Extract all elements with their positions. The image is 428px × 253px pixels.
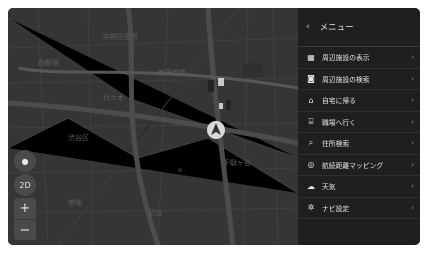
facility-search-icon: ◙ [307,74,315,84]
menu-item-nearby-facilities[interactable]: ▦ 周辺施設の表示 › [298,47,420,69]
map-label: 代々木 [103,94,124,102]
menu-item-go-to-work[interactable]: ⌸ 職場へ行く › [298,112,420,133]
chevron-right-icon: › [411,160,414,169]
menu-item-range-mapping[interactable]: ◎ 航続距離マッピング › [298,155,420,176]
chevron-right-icon: › [411,182,414,190]
navigation-screen: 中野区役所 西新宿 代々木 新宿御苑 千駄ヶ谷 渋谷区 笹塚 初台 ● 2D +… [8,8,420,245]
menu-item-label: 天気 [322,183,336,192]
map-label: 中野区役所 [103,33,138,41]
menu-item-facility-search[interactable]: ◙ 周辺施設の検索 › [298,69,420,90]
menu-item-address-search[interactable]: ⌕ 住所検索 › [298,133,420,155]
chevron-right-icon: › [411,139,414,147]
map-label: 西新宿 [38,59,59,67]
menu-item-label: ナビ設定 [322,204,350,213]
map-label: 千駄ヶ谷 [223,159,251,167]
view-mode-label: 2D [19,180,31,190]
map-label: 初台 [148,209,162,217]
menu-item-label: 航続距離マッピング [322,161,384,170]
map-view[interactable]: 中野区役所 西新宿 代々木 新宿御苑 千駄ヶ谷 渋谷区 笹塚 初台 ● 2D +… [8,8,298,245]
chevron-right-icon: › [411,74,414,83]
menu-item-navi-settings[interactable]: ✲ ナビ設定 › [298,198,420,219]
chevron-right-icon: › [411,96,414,104]
workplace-icon: ⌸ [308,116,314,126]
compass-button[interactable]: ● [14,150,36,172]
nearby-facilities-icon: ▦ [307,52,315,62]
menu-item-label: 周辺施設の検索 [322,75,370,84]
menu-title: メニュー [319,23,354,33]
map-label: 新宿御苑 [158,69,186,77]
map-label: 渋谷区 [68,134,89,142]
range-mapping-icon: ◎ [307,160,315,170]
menu-item-weather[interactable]: ☁ 天気 › [298,176,420,198]
zoom-in-button[interactable]: + [14,198,36,219]
menu-item-label: 住所検索 [322,140,350,149]
menu-item-go-home[interactable]: ⌂ 自宅に帰る › [298,90,420,112]
weather-icon: ☁ [307,181,315,191]
chevron-right-icon: › [411,117,414,126]
menu-item-label: 周辺施設の表示 [322,54,370,63]
menu-item-label: 自宅に帰る [322,97,356,106]
chevron-right-icon: › [411,203,414,212]
address-search-icon: ⌕ [308,138,314,148]
menu-item-label: 職場へ行く [322,118,356,127]
menu-header[interactable]: ‹ メニュー [298,8,420,47]
zoom-out-button[interactable]: − [14,219,36,241]
compass-icon: ● [21,156,29,166]
chevron-left-icon[interactable]: ‹ [306,22,310,32]
settings-gear-icon: ✲ [307,203,315,213]
view-mode-button[interactable]: 2D [14,174,36,196]
zoom-control: + − [14,198,36,240]
menu-panel: ‹ メニュー ▦ 周辺施設の表示 › ◙ 周辺施設の検索 › ⌂ 自宅に帰る ›… [298,8,420,245]
home-icon: ⌂ [308,95,314,105]
chevron-right-icon: › [411,53,414,61]
map-label: 笹塚 [68,199,82,207]
